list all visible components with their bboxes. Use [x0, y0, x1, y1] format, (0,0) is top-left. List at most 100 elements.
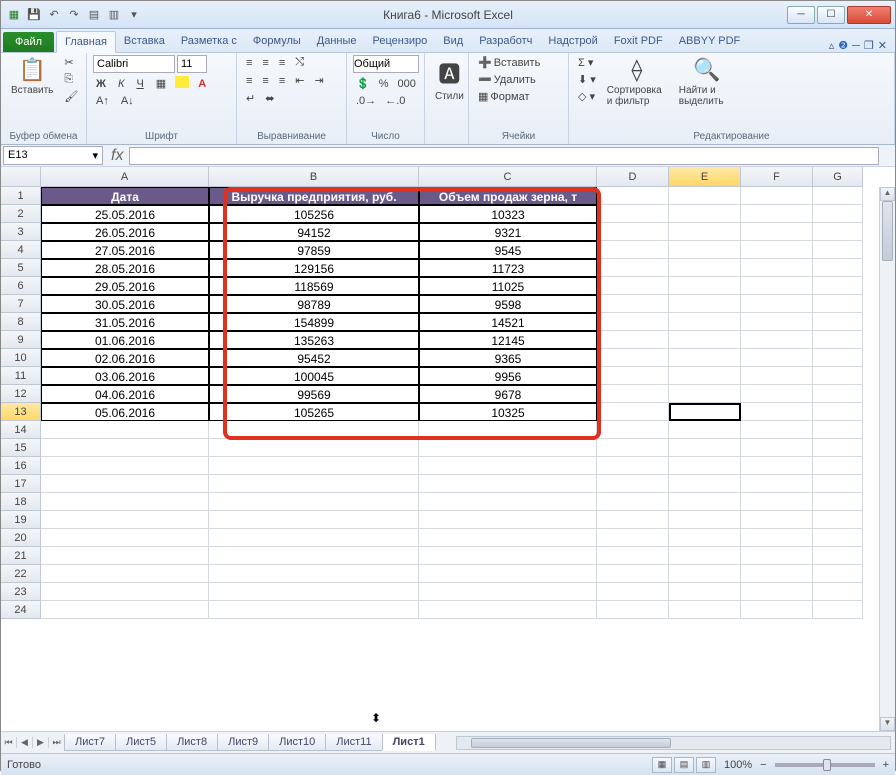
cell[interactable] — [597, 223, 669, 241]
sheet-tab[interactable]: Лист1 — [382, 734, 436, 751]
currency-icon[interactable]: 💲 — [353, 76, 373, 91]
cell[interactable] — [419, 547, 597, 565]
cell[interactable] — [741, 385, 813, 403]
cell[interactable] — [41, 529, 209, 547]
cell[interactable] — [813, 601, 863, 619]
first-sheet-icon[interactable]: ⏮ — [1, 737, 17, 748]
row-header[interactable]: 15 — [1, 439, 41, 457]
cell[interactable] — [813, 493, 863, 511]
zoom-level[interactable]: 100% — [724, 759, 752, 771]
align-center-icon[interactable]: ≡ — [259, 73, 271, 88]
autosum-icon[interactable]: Σ ▾ — [575, 55, 599, 70]
next-sheet-icon[interactable]: ▶ — [33, 737, 49, 748]
cell[interactable]: 14521 — [419, 313, 597, 331]
ribbon-tab[interactable]: Рецензиро — [365, 31, 436, 52]
cell[interactable] — [741, 331, 813, 349]
cell[interactable] — [597, 511, 669, 529]
column-header[interactable]: E — [669, 167, 741, 187]
sheet-tab[interactable]: Лист9 — [217, 734, 269, 751]
cell[interactable] — [741, 439, 813, 457]
cell[interactable] — [741, 511, 813, 529]
ribbon-tab[interactable]: Надстрой — [540, 31, 605, 52]
merge-icon[interactable]: ⬌ — [262, 91, 277, 106]
align-top-icon[interactable]: ≡ — [243, 55, 255, 70]
cell[interactable] — [669, 421, 741, 439]
cell[interactable] — [813, 529, 863, 547]
cell[interactable] — [597, 457, 669, 475]
cell[interactable] — [669, 403, 741, 421]
cell[interactable] — [813, 187, 863, 205]
cell[interactable] — [741, 529, 813, 547]
number-format-select[interactable] — [353, 55, 419, 73]
cell[interactable] — [741, 205, 813, 223]
row-header[interactable]: 7 — [1, 295, 41, 313]
cell[interactable] — [813, 547, 863, 565]
ribbon-tab[interactable]: ABBYY PDF — [671, 31, 749, 52]
insert-cells-button[interactable]: ➕ Вставить — [475, 55, 543, 70]
cell[interactable] — [669, 349, 741, 367]
cell[interactable] — [813, 403, 863, 421]
cell[interactable]: 04.06.2016 — [41, 385, 209, 403]
row-header[interactable]: 13 — [1, 403, 41, 421]
cell[interactable] — [741, 295, 813, 313]
scroll-down-icon[interactable]: ▼ — [880, 717, 895, 731]
cell[interactable] — [741, 493, 813, 511]
cell[interactable] — [419, 565, 597, 583]
scroll-up-icon[interactable]: ▲ — [880, 187, 895, 201]
cell[interactable] — [669, 187, 741, 205]
cell[interactable] — [209, 547, 419, 565]
cell[interactable]: 26.05.2016 — [41, 223, 209, 241]
cell[interactable] — [813, 439, 863, 457]
chevron-down-icon[interactable]: ▾ — [92, 149, 98, 162]
cell[interactable] — [741, 457, 813, 475]
format-painter-button[interactable]: 🖌 — [61, 89, 81, 104]
row-header[interactable]: 12 — [1, 385, 41, 403]
cell[interactable] — [41, 511, 209, 529]
cell[interactable] — [741, 475, 813, 493]
cell[interactable]: 98789 — [209, 295, 419, 313]
row-header[interactable]: 11 — [1, 367, 41, 385]
cell[interactable] — [209, 529, 419, 547]
cell[interactable] — [741, 223, 813, 241]
select-all-corner[interactable] — [1, 167, 41, 187]
clear-icon[interactable]: ◇ ▾ — [575, 89, 599, 104]
cell[interactable] — [669, 259, 741, 277]
sheet-tab[interactable]: Лист11 — [325, 734, 382, 751]
cell[interactable]: 9956 — [419, 367, 597, 385]
cell[interactable] — [813, 421, 863, 439]
cell[interactable] — [597, 259, 669, 277]
row-header[interactable]: 10 — [1, 349, 41, 367]
row-header[interactable]: 18 — [1, 493, 41, 511]
cell[interactable] — [669, 457, 741, 475]
cell[interactable]: 29.05.2016 — [41, 277, 209, 295]
wrap-text-icon[interactable]: ↵ — [243, 91, 258, 106]
cell[interactable] — [597, 547, 669, 565]
cell[interactable] — [419, 457, 597, 475]
zoom-slider[interactable] — [775, 763, 875, 767]
formula-bar[interactable] — [129, 147, 879, 165]
cell[interactable] — [209, 601, 419, 619]
cell[interactable] — [813, 565, 863, 583]
spreadsheet-grid[interactable]: ABCDEFG 1ДатаВыручка предприятия, руб.Об… — [1, 167, 895, 731]
styles-button[interactable]: 🅰Стили — [431, 55, 468, 104]
decrease-font-icon[interactable]: А↓ — [118, 94, 137, 108]
ribbon-tab[interactable]: Формулы — [245, 31, 309, 52]
column-header[interactable]: C — [419, 167, 597, 187]
cell[interactable] — [209, 475, 419, 493]
name-box[interactable]: E13▾ — [3, 146, 103, 165]
cell[interactable] — [669, 241, 741, 259]
align-left-icon[interactable]: ≡ — [243, 73, 255, 88]
cell[interactable] — [669, 583, 741, 601]
qat-item-icon[interactable]: ▤ — [85, 6, 103, 24]
cell[interactable] — [741, 565, 813, 583]
ribbon-tab[interactable]: Главная — [56, 31, 116, 53]
cell[interactable] — [813, 475, 863, 493]
row-header[interactable]: 5 — [1, 259, 41, 277]
cell[interactable] — [41, 547, 209, 565]
cell[interactable] — [813, 367, 863, 385]
font-name-select[interactable] — [93, 55, 175, 73]
row-header[interactable]: 20 — [1, 529, 41, 547]
cell[interactable] — [419, 511, 597, 529]
delete-cells-button[interactable]: ➖ Удалить — [475, 72, 539, 87]
cell[interactable] — [209, 565, 419, 583]
